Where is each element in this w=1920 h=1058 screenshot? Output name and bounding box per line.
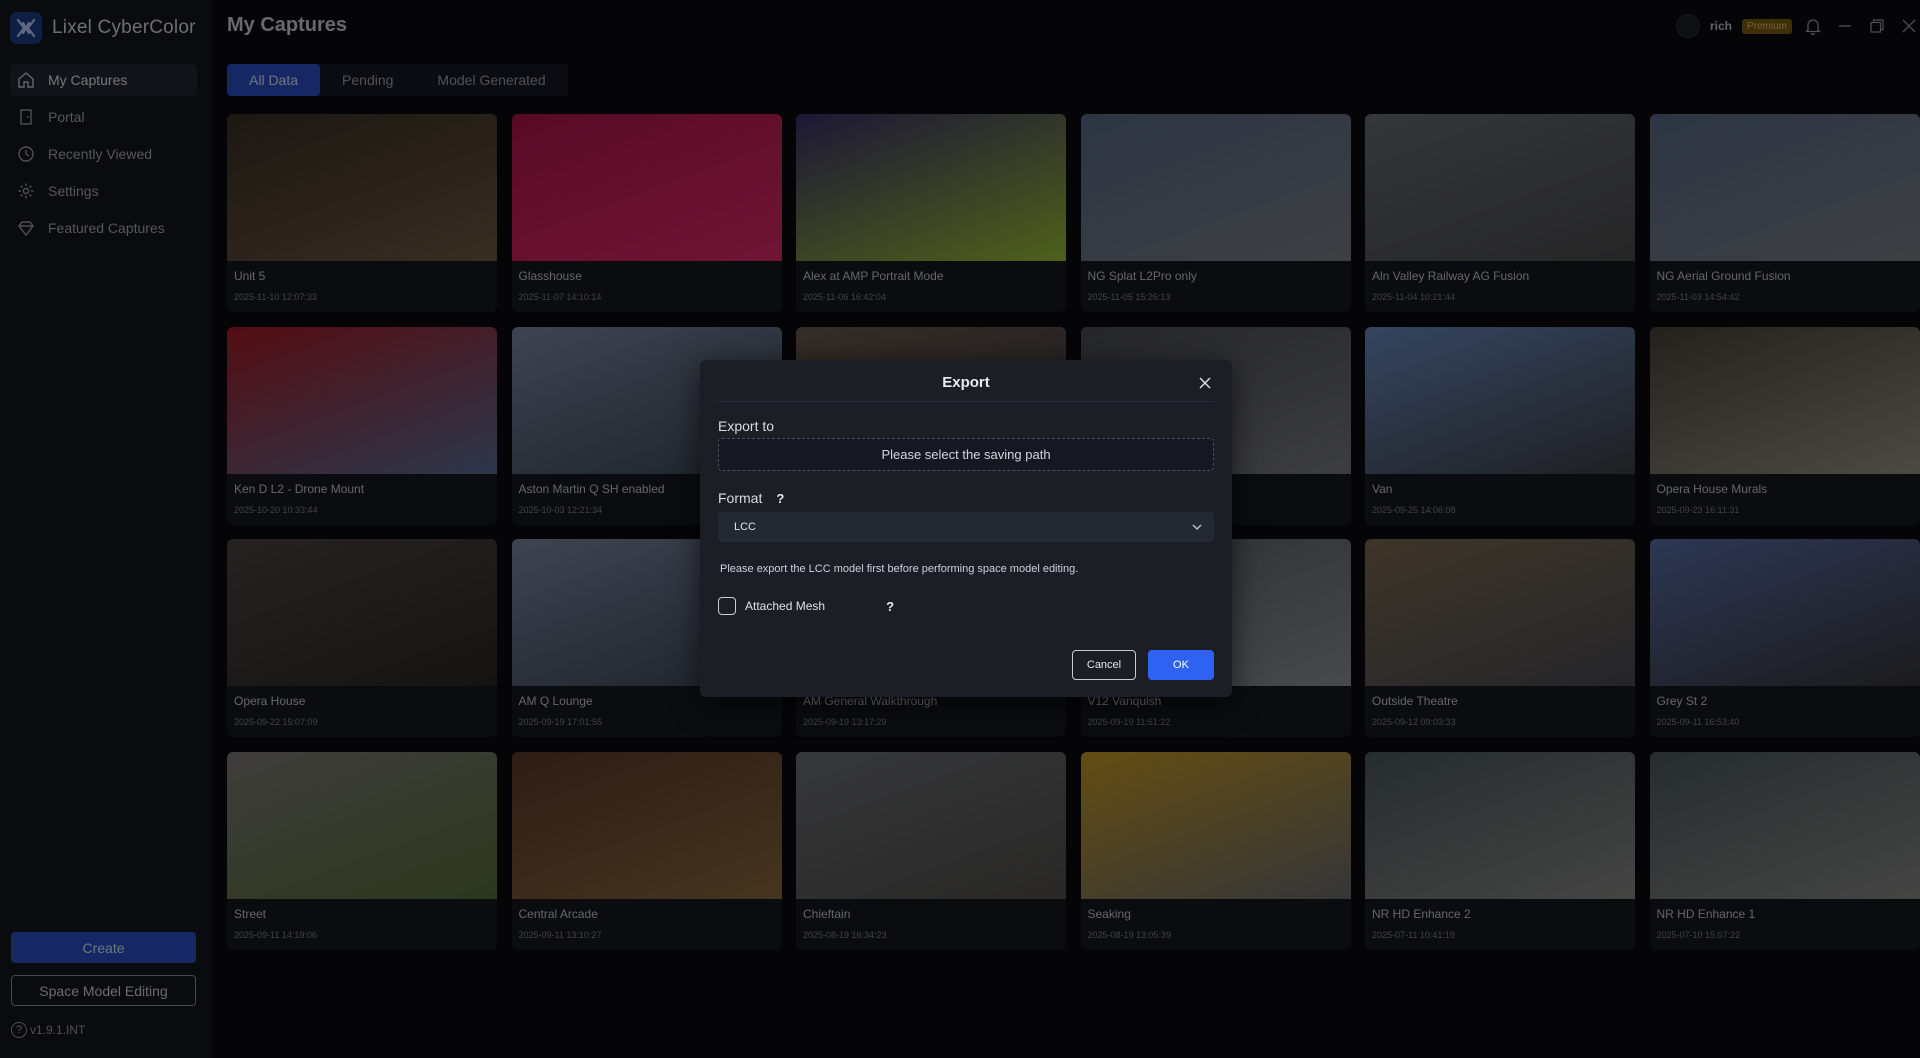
app-window: Lixel CyberColor My Captures Portal Rece… [0, 0, 1920, 1058]
dialog-divider [718, 401, 1214, 402]
ok-button[interactable]: OK [1148, 650, 1214, 680]
export-note: Please export the LCC model first before… [720, 563, 1079, 575]
format-select[interactable]: LCC [718, 512, 1214, 542]
saving-path-picker[interactable]: Please select the saving path [718, 438, 1214, 471]
dialog-title: Export [942, 374, 990, 391]
attached-mesh-label[interactable]: Attached Mesh [745, 599, 825, 613]
export-dialog: Export Export to Please select the savin… [700, 360, 1232, 697]
close-icon[interactable] [1196, 374, 1214, 392]
format-label-row: Format ? [718, 490, 788, 506]
chevron-down-icon [1192, 521, 1202, 533]
format-help-icon[interactable]: ? [772, 490, 788, 506]
format-label: Format [718, 490, 763, 506]
attached-mesh-row: Attached Mesh ? [718, 597, 898, 615]
format-selected-value: LCC [734, 521, 757, 533]
export-to-label: Export to [718, 418, 775, 434]
cancel-button[interactable]: Cancel [1072, 650, 1136, 680]
attached-mesh-checkbox[interactable] [718, 597, 736, 615]
mesh-help-icon[interactable]: ? [882, 598, 898, 614]
